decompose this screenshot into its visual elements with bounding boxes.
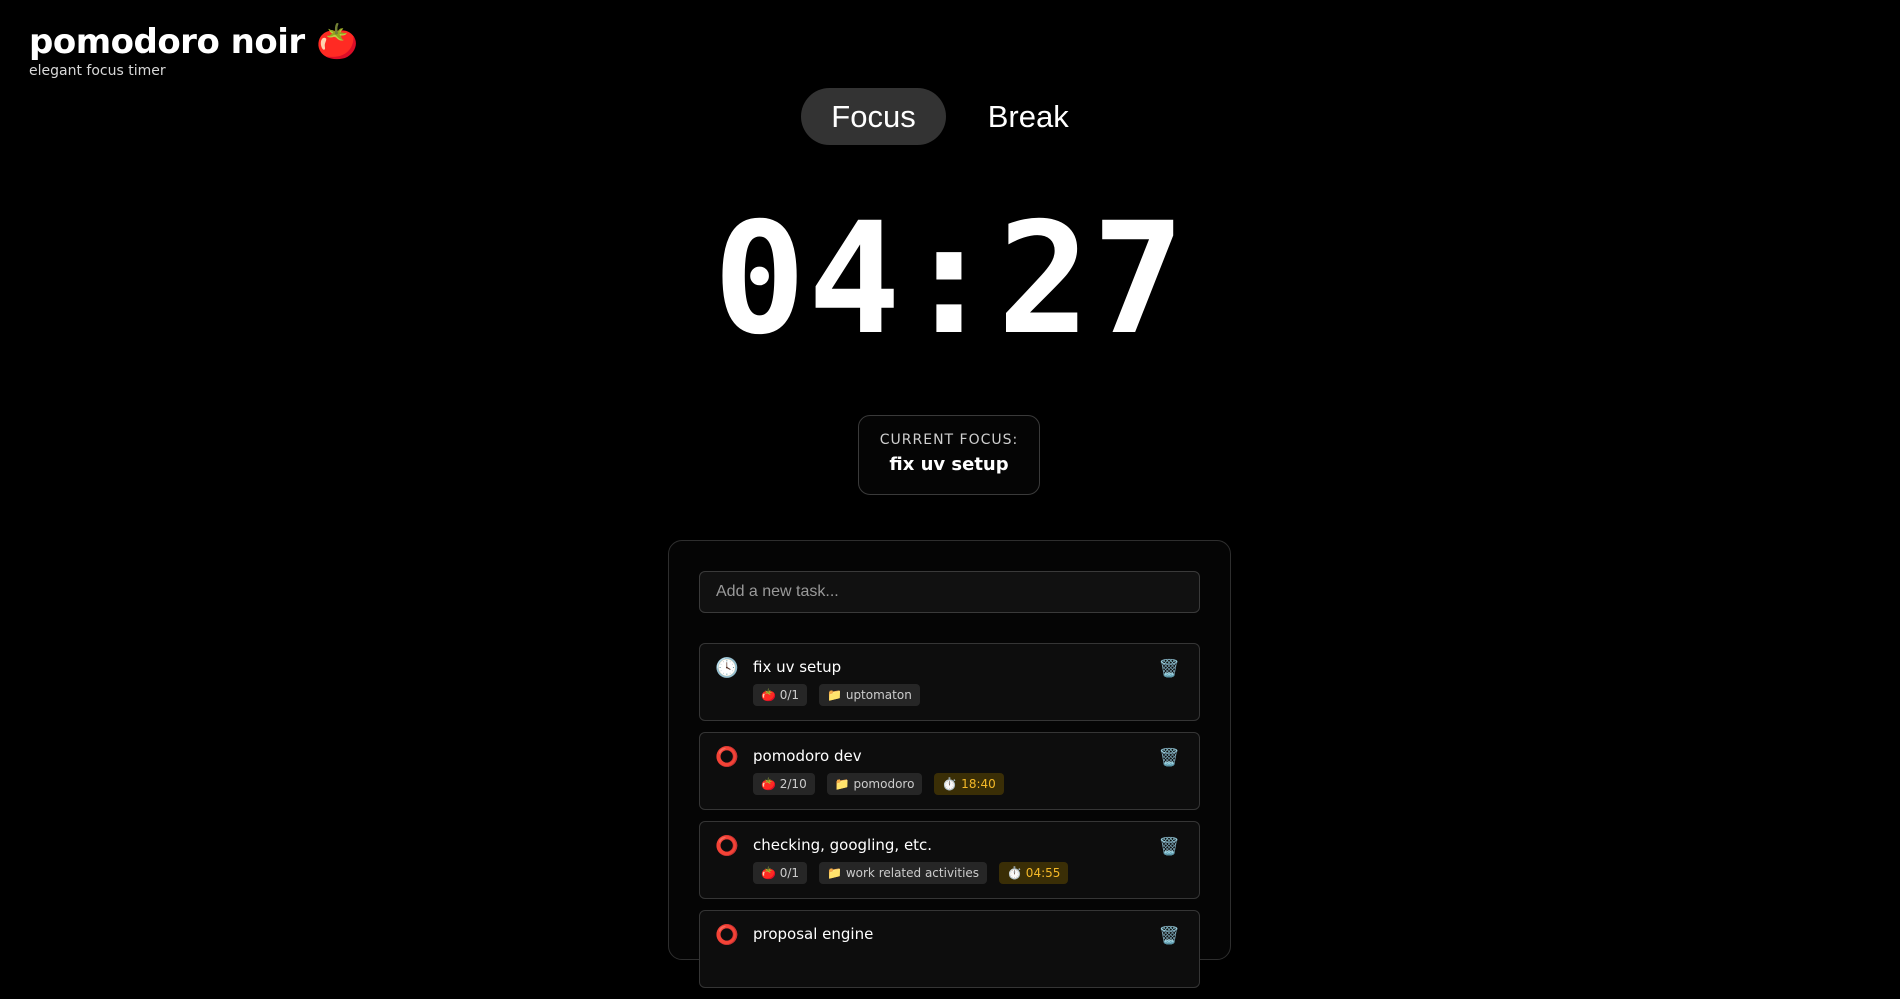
task-meta: 🍅 0/1 📁 work related activities ⏱️ 04:55 (753, 862, 1069, 884)
pomodoro-count-badge: 🍅 2/10 (753, 773, 815, 795)
brand: pomodoro noir 🍅 elegant focus timer (29, 22, 358, 79)
project-badge: 📁 uptomaton (819, 684, 920, 706)
task-meta: 🍅 0/1 📁 uptomaton (753, 684, 920, 706)
circle-icon[interactable]: ⭕ (715, 746, 739, 768)
task-item[interactable]: ⭕ pomodoro dev 🍅 2/10 📁 pomodoro ⏱️ 18:4… (699, 732, 1200, 810)
task-meta: 🍅 2/10 📁 pomodoro ⏱️ 18:40 (753, 773, 1004, 795)
current-focus-task: fix uv setup (889, 454, 1009, 475)
clock-icon[interactable]: 🕓 (715, 657, 739, 679)
project-badge: 📁 pomodoro (826, 773, 923, 795)
trash-icon[interactable]: 🗑️ (1159, 659, 1180, 679)
mode-tabs: Focus Break (0, 88, 1900, 145)
task-name: proposal engine (753, 925, 874, 943)
task-item[interactable]: 🕓 fix uv setup 🍅 0/1 📁 uptomaton 🗑️ (699, 643, 1200, 721)
task-name: pomodoro dev (753, 747, 862, 765)
current-focus-label: CURRENT FOCUS: (879, 432, 1019, 448)
app-title: pomodoro noir 🍅 (29, 22, 358, 62)
add-task-input[interactable] (699, 571, 1200, 613)
project-badge: 📁 work related activities (819, 862, 988, 884)
app-subtitle: elegant focus timer (29, 63, 166, 79)
task-name: checking, googling, etc. (753, 836, 933, 854)
task-list: 🕓 fix uv setup 🍅 0/1 📁 uptomaton 🗑️ ⭕ po… (699, 643, 1200, 999)
task-item[interactable]: ⭕ proposal engine 🗑️ (699, 910, 1200, 988)
trash-icon[interactable]: 🗑️ (1159, 837, 1180, 857)
circle-icon[interactable]: ⭕ (715, 835, 739, 857)
current-focus-card: CURRENT FOCUS: fix uv setup (858, 415, 1040, 495)
focus-tab[interactable]: Focus (801, 88, 946, 145)
trash-icon[interactable]: 🗑️ (1159, 748, 1180, 768)
break-tab[interactable]: Break (958, 88, 1099, 145)
circle-icon[interactable]: ⭕ (715, 924, 739, 946)
task-name: fix uv setup (753, 658, 842, 676)
task-item[interactable]: ⭕ checking, googling, etc. 🍅 0/1 📁 work … (699, 821, 1200, 899)
task-panel: 🕓 fix uv setup 🍅 0/1 📁 uptomaton 🗑️ ⭕ po… (668, 540, 1231, 988)
time-spent-badge: ⏱️ 18:40 (934, 773, 1004, 795)
pomodoro-count-badge: 🍅 0/1 (753, 862, 808, 884)
timer-display: 04:27 (713, 190, 1187, 369)
pomodoro-count-badge: 🍅 0/1 (753, 684, 808, 706)
trash-icon[interactable]: 🗑️ (1159, 926, 1180, 946)
time-spent-badge: ⏱️ 04:55 (999, 862, 1069, 884)
